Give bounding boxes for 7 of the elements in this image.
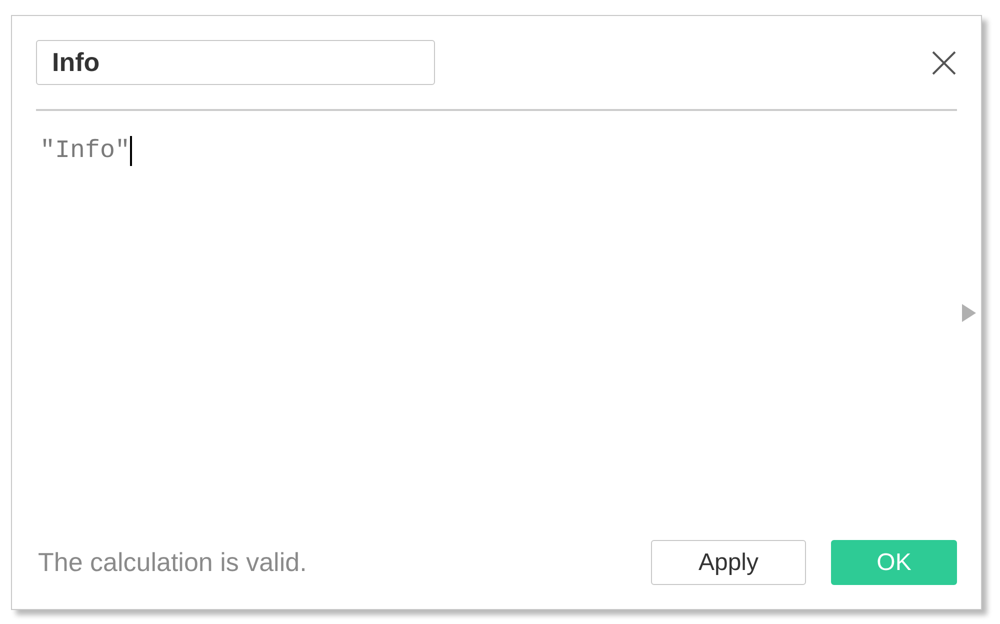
close-button[interactable] [932, 50, 956, 74]
formula-editor[interactable]: "Info" [36, 111, 957, 540]
name-field[interactable]: Info [36, 40, 435, 85]
status-message: The calculation is valid. [37, 546, 307, 579]
formula-text: "Info" [40, 136, 130, 166]
apply-button[interactable]: Apply [651, 540, 806, 585]
close-icon [932, 50, 956, 74]
